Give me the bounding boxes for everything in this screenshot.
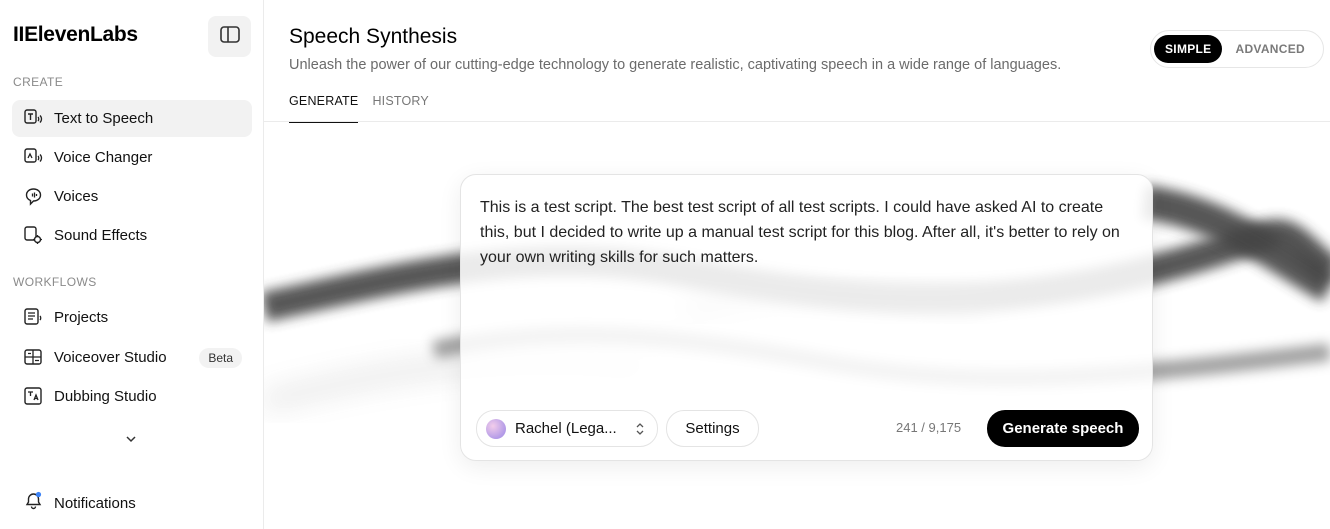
page-subtitle: Unleash the power of our cutting-edge te… xyxy=(289,57,1062,73)
sidebar-item-label: Voiceover Studio xyxy=(54,349,167,366)
sidebar-item-label: Voice Changer xyxy=(54,149,153,166)
sidebar-item-sound-effects[interactable]: Sound Effects xyxy=(12,217,252,254)
logo[interactable]: IIElevenLabs xyxy=(13,23,138,47)
advanced-mode-button[interactable]: ADVANCED xyxy=(1224,35,1316,63)
beta-badge: Beta xyxy=(199,348,242,368)
sidebar-toggle-icon xyxy=(219,25,240,48)
voice-changer-icon xyxy=(24,148,43,167)
generate-speech-button[interactable]: Generate speech xyxy=(987,410,1139,447)
settings-button[interactable]: Settings xyxy=(666,410,759,447)
tab-history[interactable]: HISTORY xyxy=(372,94,429,123)
script-textarea[interactable]: This is a test script. The best test scr… xyxy=(480,195,1130,270)
sidebar-item-voiceover-studio[interactable]: Voiceover Studio Beta xyxy=(12,339,252,376)
simple-mode-button[interactable]: SIMPLE xyxy=(1154,35,1223,63)
section-label-create: CREATE xyxy=(13,75,64,89)
sidebar-item-label: Text to Speech xyxy=(54,110,154,127)
sidebar-item-label: Dubbing Studio xyxy=(54,388,157,405)
voice-selector[interactable]: Rachel (Lega... xyxy=(476,410,658,447)
notifications-button[interactable]: Notifications xyxy=(24,491,136,515)
editor-card: This is a test script. The best test scr… xyxy=(460,174,1153,461)
section-label-workflows: WORKFLOWS xyxy=(13,275,97,289)
character-count: 241 / 9,175 xyxy=(896,420,962,435)
voices-icon xyxy=(24,187,43,206)
notifications-label: Notifications xyxy=(54,494,136,512)
text-to-speech-icon xyxy=(24,109,43,128)
voiceover-studio-icon xyxy=(24,348,43,367)
sidebar-item-projects[interactable]: Projects xyxy=(12,299,252,336)
sidebar-item-voice-changer[interactable]: Voice Changer xyxy=(12,139,252,176)
sidebar-item-text-to-speech[interactable]: Text to Speech xyxy=(12,100,252,137)
dubbing-studio-icon xyxy=(24,387,43,406)
voice-name: Rachel (Lega... xyxy=(515,420,617,437)
voice-avatar xyxy=(486,418,506,439)
select-caret-icon xyxy=(635,422,645,441)
sidebar-item-label: Projects xyxy=(54,309,109,326)
sidebar: IIElevenLabs CREATE Text to Speech Voice… xyxy=(0,0,264,529)
sidebar-item-label: Sound Effects xyxy=(54,227,148,244)
sidebar-item-dubbing-studio[interactable]: Dubbing Studio xyxy=(12,378,252,415)
sidebar-item-label: Voices xyxy=(54,188,99,205)
tab-bar: GENERATE HISTORY xyxy=(289,94,443,123)
chevron-down-icon[interactable] xyxy=(124,432,138,451)
mode-toggle: SIMPLE ADVANCED xyxy=(1150,30,1324,68)
tab-generate[interactable]: GENERATE xyxy=(289,94,359,123)
collapse-sidebar-button[interactable] xyxy=(208,16,251,57)
sidebar-item-voices[interactable]: Voices xyxy=(12,178,252,215)
sound-effects-icon xyxy=(24,226,43,245)
bell-icon xyxy=(24,491,43,515)
app-root: IIElevenLabs CREATE Text to Speech Voice… xyxy=(0,0,1330,529)
page-title: Speech Synthesis xyxy=(289,25,458,48)
projects-icon xyxy=(24,308,43,327)
